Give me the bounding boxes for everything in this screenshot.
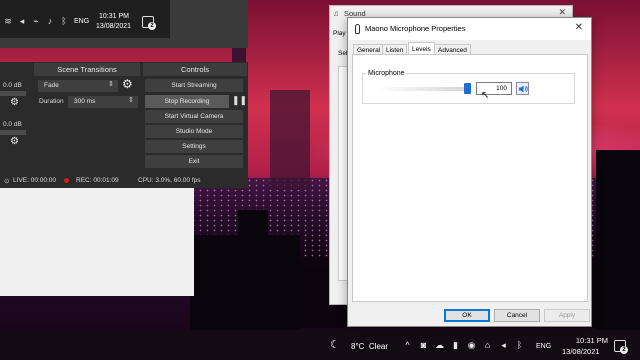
duration-label: Duration	[39, 98, 64, 105]
obs-tray-icon[interactable]: ◉	[466, 340, 477, 351]
microphone-properties-dialog: Maono Microphone Properties ✕ General Li…	[347, 17, 592, 327]
microphone-group-label: Microphone	[367, 70, 406, 77]
transition-select[interactable]: Fade	[38, 80, 118, 92]
stop-recording-button[interactable]: Stop Recording	[145, 95, 229, 108]
moon-weather-icon[interactable]: ☾	[330, 338, 340, 351]
levels-panel: Microphone 100 ↖	[352, 54, 588, 302]
speaker-icon	[519, 85, 528, 93]
close-icon[interactable]: ✕	[575, 22, 583, 33]
tray-time: 10:31 PM	[99, 13, 129, 20]
cloud-icon[interactable]: ☁	[434, 340, 445, 351]
controls-header: Controls	[143, 63, 247, 76]
notification-center-icon[interactable]: 2	[614, 340, 628, 354]
wallpaper-tower	[270, 90, 310, 190]
slider-thumb[interactable]	[464, 83, 471, 94]
network-icon: ⌁	[33, 16, 39, 26]
settings-button[interactable]: Settings	[145, 140, 243, 153]
start-streaming-button[interactable]: Start Streaming	[145, 79, 243, 92]
tray-language: ENG	[74, 18, 90, 25]
taskbar-language[interactable]: ENG	[536, 343, 551, 350]
mixer-db-bottom: 0.0 dB	[3, 121, 22, 128]
taskbar-time[interactable]: 10:31 PM	[568, 336, 608, 345]
rec-time: REC: 00:01:09	[76, 177, 119, 184]
cpu-stats: CPU: 3.0%, 60.00 fps	[138, 177, 201, 184]
scene-transitions-header: Scene Transitions	[34, 63, 140, 76]
bluetooth-icon: ᛒ	[61, 16, 67, 26]
app-tray-icon[interactable]: ◙	[418, 340, 429, 351]
network-icon[interactable]: ⌂	[482, 340, 493, 351]
mixer-db-top: 0.0 dB	[3, 82, 22, 89]
stepper-icon[interactable]: ⇕	[128, 96, 134, 104]
tab-playback-partial[interactable]: Play	[333, 30, 346, 37]
obs-captured-tray: ≋ ◂ ⌁ ♪ ᛒ ENG 10:31 PM 13/08/2021 2	[0, 0, 170, 38]
recording-dot-icon	[64, 178, 69, 183]
obs-status-bar: ⊙ LIVE: 00:00:00 REC: 00:01:09 CPU: 3.0%…	[0, 174, 248, 188]
dialog-title: Maono Microphone Properties	[365, 24, 466, 33]
exit-button[interactable]: Exit	[145, 155, 243, 168]
sound-select-label-partial: Sel	[338, 50, 348, 57]
slider-track	[375, 87, 471, 91]
studio-mode-button[interactable]: Studio Mode	[145, 125, 243, 138]
tray-date: 13/08/2021	[96, 23, 132, 30]
bluetooth-icon[interactable]: ᛒ	[514, 340, 525, 351]
wallpaper-tree	[238, 210, 268, 250]
apply-button[interactable]: Apply	[544, 309, 590, 322]
notification-count: 2	[620, 346, 628, 354]
chevron-up-icon[interactable]: ^	[402, 340, 413, 351]
notification-icon: 2	[142, 16, 156, 30]
wifi-icon: ≋	[4, 16, 12, 26]
volume-icon: ♪	[47, 16, 53, 26]
gear-icon[interactable]: ⚙	[122, 77, 133, 91]
cancel-button[interactable]: Cancel	[494, 309, 540, 322]
audio-mixer-partial: 0.0 dB ⚙ 0.0 dB ⚙	[0, 76, 30, 176]
microphone-tray-icon[interactable]: ▮	[450, 340, 461, 351]
gear-icon[interactable]: ⚙	[10, 97, 19, 108]
notification-count: 2	[148, 22, 156, 30]
taskbar: ☾ 8°C Clear ^ ◙ ☁ ▮ ◉ ⌂ ◂ ᛒ ENG 10:31 PM…	[0, 330, 640, 360]
mouse-cursor-icon: ↖	[481, 90, 490, 101]
sound-icon: ♫	[333, 9, 339, 18]
gear-icon[interactable]: ⚙	[10, 136, 19, 147]
volume-icon[interactable]: ◂	[498, 340, 509, 351]
dialog-titlebar: Maono Microphone Properties ✕	[348, 18, 591, 40]
mixer-meter	[0, 91, 26, 96]
live-time: LIVE: 00:00:00	[13, 177, 57, 184]
mute-toggle-button[interactable]	[516, 82, 529, 95]
pause-icon[interactable]: ❚❚	[232, 95, 247, 106]
chevron-down-icon: ⇕	[108, 81, 114, 88]
microphone-level-group: Microphone 100 ↖	[362, 70, 575, 104]
weather-widget[interactable]: 8°C Clear	[351, 342, 388, 351]
wallpaper-tree	[596, 150, 640, 330]
weather-text: Clear	[368, 342, 389, 351]
live-icon: ⊙	[4, 178, 10, 185]
ok-button[interactable]: OK	[444, 309, 490, 322]
obs-window-lower-area	[0, 188, 194, 296]
taskbar-date[interactable]: 13/08/2021	[562, 347, 600, 356]
speaker-icon: ◂	[19, 16, 25, 26]
mixer-meter	[0, 130, 26, 135]
start-virtual-camera-button[interactable]: Start Virtual Camera	[145, 110, 243, 123]
weather-temp: 8°C	[351, 342, 365, 351]
microphone-level-slider[interactable]	[375, 83, 471, 94]
microphone-icon	[355, 24, 360, 34]
